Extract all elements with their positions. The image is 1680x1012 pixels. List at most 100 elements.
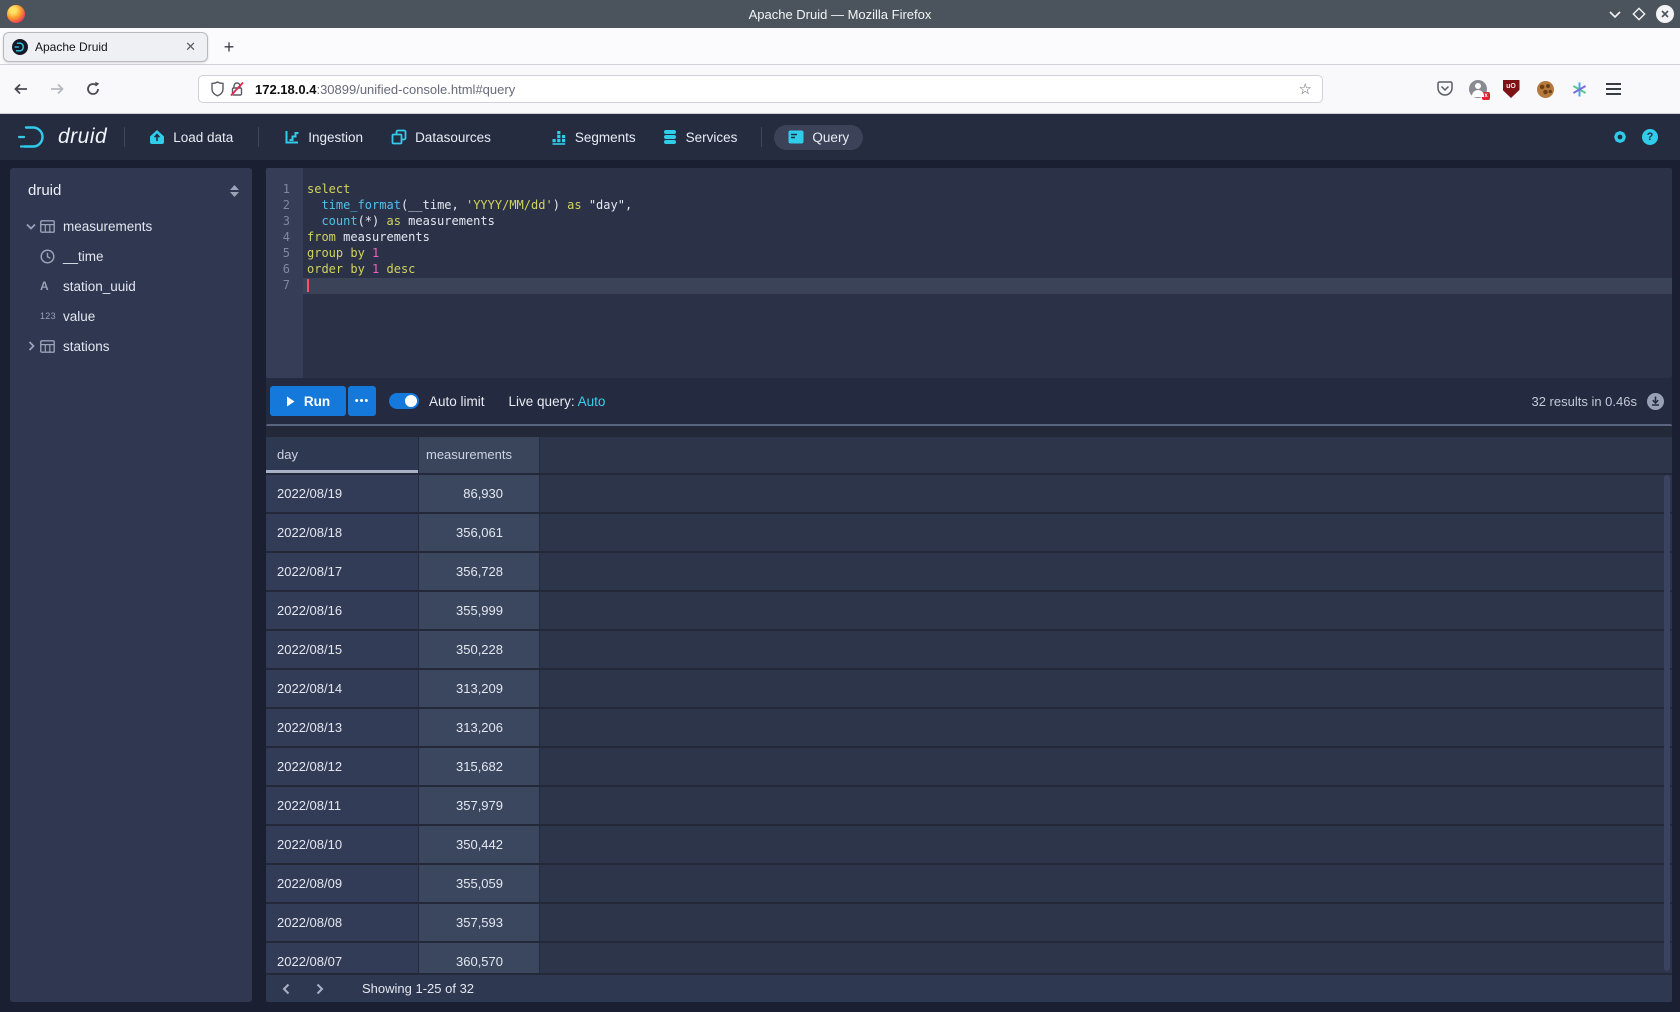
menu-hamburger-icon[interactable] (1603, 79, 1623, 99)
nav-item-query[interactable]: Query (774, 125, 863, 150)
help-icon[interactable]: ? (1642, 129, 1658, 145)
table-row[interactable]: 2022/08/17 356,728 (266, 553, 1672, 590)
cell-measurements[interactable]: 315,682 (419, 748, 540, 785)
run-more-button[interactable]: ••• (348, 386, 376, 416)
code-line[interactable]: group by 1 (303, 246, 1672, 262)
cell-day[interactable]: 2022/08/18 (266, 514, 419, 551)
cell-measurements[interactable]: 313,209 (419, 670, 540, 707)
table-row[interactable]: 2022/08/12 315,682 (266, 748, 1672, 785)
cell-day[interactable]: 2022/08/13 (266, 709, 419, 746)
asterisk-extension-icon[interactable] (1569, 79, 1589, 99)
tab-close-icon[interactable]: ✕ (182, 39, 199, 55)
table-hscrollbar[interactable] (266, 424, 1672, 426)
nav-item-load-data[interactable]: Load data (149, 129, 233, 145)
table-row[interactable]: 2022/08/16 355,999 (266, 592, 1672, 629)
nav-item-services[interactable]: Services (662, 129, 738, 145)
cell-measurements[interactable]: 313,206 (419, 709, 540, 746)
minimize-icon[interactable] (1608, 9, 1622, 19)
back-button[interactable] (6, 74, 36, 104)
table-row[interactable]: 2022/08/14 313,209 (266, 670, 1672, 707)
nav-item-datasources[interactable]: Datasources (391, 129, 491, 145)
maximize-icon[interactable] (1632, 7, 1646, 21)
cell-measurements[interactable]: 356,061 (419, 514, 540, 551)
tree-item-label: value (63, 309, 95, 324)
close-window-icon[interactable] (1656, 5, 1674, 23)
cell-measurements[interactable]: 355,999 (419, 592, 540, 629)
tree-item-station-uuid[interactable]: A station_uuid (10, 271, 252, 301)
column-header-day[interactable]: day (266, 437, 419, 473)
code-line[interactable]: select (303, 182, 1672, 198)
table-row[interactable]: 2022/08/18 356,061 (266, 514, 1672, 551)
editor-gutter: 1234567 (266, 168, 303, 378)
table-row[interactable]: 2022/08/15 350,228 (266, 631, 1672, 668)
forward-button[interactable] (42, 74, 72, 104)
tree-item-time[interactable]: __time (10, 241, 252, 271)
cell-measurements[interactable]: 360,570 (419, 943, 540, 973)
account-extension-icon[interactable]: x (1469, 80, 1487, 98)
sql-editor[interactable]: 1234567 select time_format(__time, 'YYYY… (266, 168, 1672, 378)
table-row[interactable]: 2022/08/11 357,979 (266, 787, 1672, 824)
druid-brand[interactable]: druid (16, 124, 107, 151)
table-row[interactable]: 2022/08/19 86,930 (266, 475, 1672, 512)
table-row[interactable]: 2022/08/13 313,206 (266, 709, 1672, 746)
sort-caret-icon[interactable] (229, 184, 240, 198)
nav-item-segments[interactable]: Segments (551, 129, 636, 145)
reload-button[interactable] (78, 74, 108, 104)
tree-item-stations[interactable]: stations (10, 331, 252, 361)
table-row[interactable]: 2022/08/10 350,442 (266, 826, 1672, 863)
cell-measurements[interactable]: 356,728 (419, 553, 540, 590)
nav-item-label: Ingestion (308, 130, 363, 145)
cell-measurements[interactable]: 350,442 (419, 826, 540, 863)
code-line[interactable]: time_format(__time, 'YYYY/MM/dd') as "da… (303, 198, 1672, 214)
next-page-icon[interactable] (306, 977, 334, 1001)
chevron-right-icon[interactable] (22, 341, 40, 351)
cell-day[interactable]: 2022/08/07 (266, 943, 419, 973)
cell-day[interactable]: 2022/08/16 (266, 592, 419, 629)
bookmark-star-icon[interactable]: ☆ (1299, 80, 1312, 98)
cell-day[interactable]: 2022/08/10 (266, 826, 419, 863)
new-tab-button[interactable]: + (216, 34, 242, 60)
download-results-icon[interactable] (1647, 393, 1664, 410)
table-row[interactable]: 2022/08/07 360,570 (266, 943, 1672, 973)
cell-day[interactable]: 2022/08/08 (266, 904, 419, 941)
cell-measurements[interactable]: 357,593 (419, 904, 540, 941)
cell-day[interactable]: 2022/08/11 (266, 787, 419, 824)
cell-day[interactable]: 2022/08/09 (266, 865, 419, 902)
prev-page-icon[interactable] (272, 977, 300, 1001)
insecure-lock-icon[interactable] (227, 79, 247, 99)
column-header-measurements[interactable]: measurements (419, 437, 540, 473)
browser-tab[interactable]: Apache Druid ✕ (3, 32, 208, 62)
cookie-extension-icon[interactable] (1535, 79, 1555, 99)
code-line[interactable]: from measurements (303, 230, 1672, 246)
schema-selector[interactable]: druid (10, 168, 252, 199)
run-button[interactable]: Run (270, 386, 346, 416)
cell-day[interactable]: 2022/08/14 (266, 670, 419, 707)
cell-measurements[interactable]: 355,059 (419, 865, 540, 902)
live-query-value[interactable]: Auto (578, 394, 606, 409)
cell-day[interactable]: 2022/08/19 (266, 475, 419, 512)
chevron-down-icon[interactable] (22, 223, 40, 230)
code-line[interactable]: order by 1 desc (303, 262, 1672, 278)
tree-item-measurements[interactable]: measurements (10, 211, 252, 241)
cell-measurements[interactable]: 350,228 (419, 631, 540, 668)
tracking-shield-icon[interactable] (207, 79, 227, 99)
code-line[interactable] (303, 278, 1672, 294)
table-row[interactable]: 2022/08/08 357,593 (266, 904, 1672, 941)
table-row[interactable]: 2022/08/09 355,059 (266, 865, 1672, 902)
pocket-icon[interactable] (1435, 79, 1455, 99)
code-line[interactable]: count(*) as measurements (303, 214, 1672, 230)
url-bar[interactable]: 172.18.0.4:30899/unified-console.html#qu… (198, 75, 1323, 103)
tree-item-value[interactable]: 123 value (10, 301, 252, 331)
auto-limit-toggle[interactable] (389, 393, 419, 409)
table-vscrollbar[interactable] (1664, 475, 1670, 971)
cell-measurements[interactable]: 357,979 (419, 787, 540, 824)
settings-gear-icon[interactable] (1611, 128, 1629, 146)
ublock-origin-icon[interactable]: uO (1501, 79, 1521, 99)
schema-name: druid (28, 182, 229, 199)
cell-day[interactable]: 2022/08/17 (266, 553, 419, 590)
cell-day[interactable]: 2022/08/12 (266, 748, 419, 785)
nav-item-ingestion[interactable]: Ingestion (284, 129, 363, 145)
cell-day[interactable]: 2022/08/15 (266, 631, 419, 668)
cell-measurements[interactable]: 86,930 (419, 475, 540, 512)
editor-code-area[interactable]: select time_format(__time, 'YYYY/MM/dd')… (303, 168, 1672, 378)
